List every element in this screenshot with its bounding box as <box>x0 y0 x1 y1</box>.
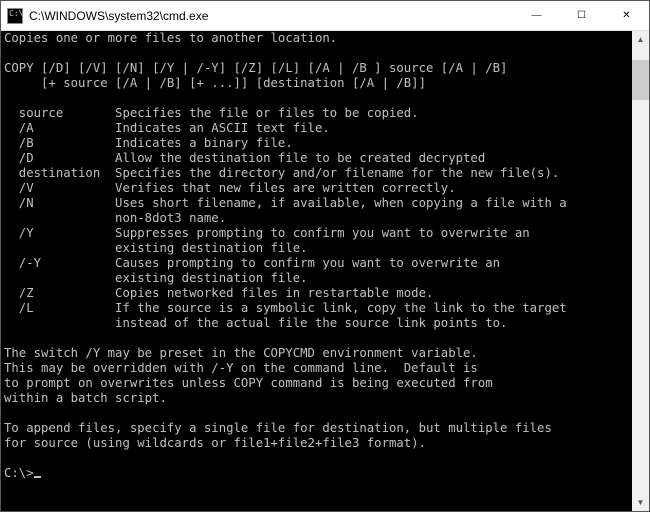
titlebar[interactable]: C:\ C:\WINDOWS\system32\cmd.exe — ☐ ✕ <box>1 1 649 31</box>
console-output[interactable]: Copies one or more files to another loca… <box>1 31 632 511</box>
text-cursor <box>34 476 41 478</box>
scroll-up-button[interactable]: ▲ <box>632 31 649 48</box>
minimize-button[interactable]: — <box>514 1 559 30</box>
window-controls: — ☐ ✕ <box>514 1 649 30</box>
scroll-track[interactable] <box>632 48 649 494</box>
scroll-thumb[interactable] <box>632 60 649 100</box>
console-area: Copies one or more files to another loca… <box>1 31 649 511</box>
window-title: C:\WINDOWS\system32\cmd.exe <box>29 9 514 23</box>
close-button[interactable]: ✕ <box>604 1 649 30</box>
cmd-window: C:\ C:\WINDOWS\system32\cmd.exe — ☐ ✕ Co… <box>0 0 650 512</box>
maximize-button[interactable]: ☐ <box>559 1 604 30</box>
cmd-icon: C:\ <box>7 8 23 24</box>
scroll-down-button[interactable]: ▼ <box>632 494 649 511</box>
vertical-scrollbar[interactable]: ▲ ▼ <box>632 31 649 511</box>
